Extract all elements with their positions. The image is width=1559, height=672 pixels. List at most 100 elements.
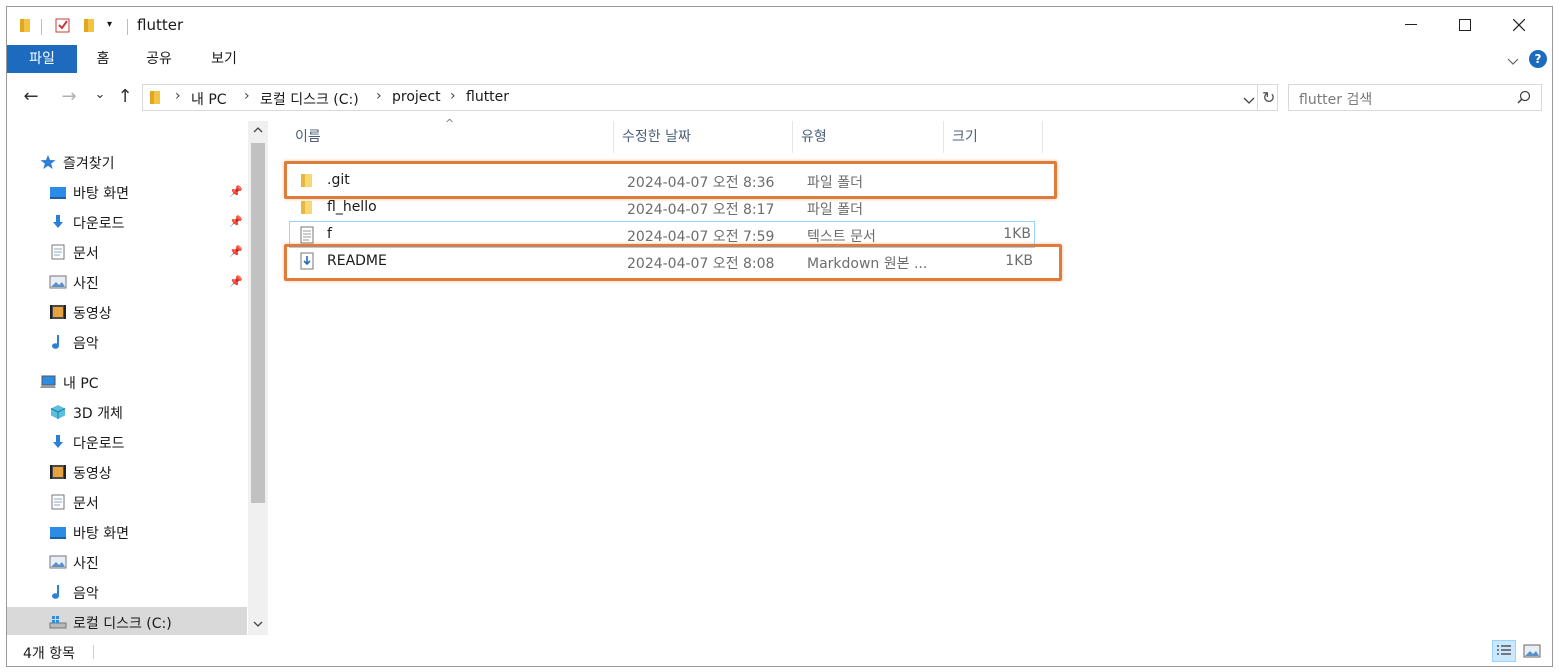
sidebar-item-label: 사진 [73,276,99,292]
sidebar-item-videos-pc[interactable]: 동영상 [7,457,247,487]
column-header-size[interactable]: 크기 [944,121,1042,153]
document-icon [49,244,67,260]
file-modified: 2024-04-07 오전 8:17 [627,202,775,218]
pin-icon[interactable]: 📌 [229,215,243,228]
customize-quick-access-icon[interactable]: ▾ [107,19,112,30]
details-view-button[interactable] [1492,640,1516,662]
pin-icon[interactable]: 📌 [229,245,243,258]
file-type: 텍스트 문서 [807,229,876,245]
ribbon-tabs: 파일 홈 공유 보기 ? [7,45,1552,73]
sidebar-item-local-disk[interactable]: 로컬 디스크 (C:) [7,607,247,637]
sidebar-item-documents-pc[interactable]: 문서 [7,487,247,517]
scroll-thumb[interactable] [251,143,265,503]
sidebar-item-documents[interactable]: 문서 📌 [7,237,247,267]
item-count: 4개 항목 [23,646,75,662]
file-modified: 2024-04-07 오전 7:59 [627,229,775,245]
sidebar-item-3d-objects[interactable]: 3D 개체 [7,397,247,427]
folder-icon [149,89,163,109]
address-dropdown-icon[interactable] [1243,93,1255,109]
file-list: 이름 ^ 수정한 날짜 유형 크기 .git 2024-04-07 오전 8:3… [269,117,1552,635]
breadcrumb-flutter[interactable]: flutter [466,89,509,105]
computer-icon [39,374,57,390]
back-button[interactable]: ← [21,87,41,107]
help-icon[interactable]: ? [1529,50,1547,68]
close-button[interactable] [1492,7,1546,43]
sidebar-this-pc[interactable]: 내 PC [7,367,247,397]
sidebar-item-label: 3D 개체 [73,406,123,422]
breadcrumb-separator[interactable]: › [244,88,250,104]
new-folder-icon[interactable] [83,17,97,37]
breadcrumb-this-pc[interactable]: 내 PC [191,89,227,109]
file-type: 파일 폴더 [807,202,863,218]
video-icon [49,464,67,480]
tab-home[interactable]: 홈 [85,45,121,73]
navigation-pane: 즐겨찾기 바탕 화면 📌 다운로드 📌 문서 📌 사진 📌 동영상 음악 내 P… [7,121,269,637]
drive-icon [49,614,67,630]
sidebar-item-downloads[interactable]: 다운로드 📌 [7,207,247,237]
search-placeholder: flutter 검색 [1299,92,1373,108]
sidebar-item-label: 동영상 [73,466,112,482]
sidebar-item-music[interactable]: 음악 [7,327,247,357]
picture-icon [49,274,67,290]
expand-ribbon-icon[interactable] [1507,54,1519,70]
sidebar-item-desktop[interactable]: 바탕 화면 📌 [7,177,247,207]
folder-icon [19,17,33,37]
highlight-box-readme [284,244,1062,281]
sidebar-item-label: 음악 [73,336,99,352]
properties-icon[interactable] [55,17,71,37]
scroll-up-icon[interactable] [248,121,268,141]
sidebar-item-label: 즐겨찾기 [63,156,115,172]
pin-icon[interactable]: 📌 [229,185,243,198]
sidebar-item-label: 음악 [73,586,99,602]
sidebar-item-label: 다운로드 [73,436,125,452]
search-input[interactable]: flutter 검색 [1288,84,1542,111]
star-icon [39,154,57,170]
tab-view[interactable]: 보기 [201,45,247,73]
download-icon [49,434,67,450]
file-name: f [327,226,332,242]
column-header-modified[interactable]: 수정한 날짜 [614,121,792,153]
up-button[interactable]: ↑ [115,87,135,107]
tab-file[interactable]: 파일 [7,45,77,73]
sidebar-item-music-pc[interactable]: 음악 [7,577,247,607]
tab-share[interactable]: 공유 [139,45,179,73]
desktop-icon [49,184,67,200]
sidebar-item-downloads-pc[interactable]: 다운로드 [7,427,247,457]
breadcrumb-project[interactable]: project [392,89,441,105]
large-icons-view-button[interactable] [1520,640,1544,662]
scroll-down-icon[interactable] [248,615,268,635]
sidebar-item-label: 문서 [73,246,99,262]
sidebar-item-pictures[interactable]: 사진 📌 [7,267,247,297]
folder-icon [299,199,315,219]
sidebar-item-desktop-pc[interactable]: 바탕 화면 [7,517,247,547]
refresh-icon[interactable]: ↻ [1262,88,1275,107]
sidebar-scrollbar[interactable] [248,121,268,635]
forward-button[interactable]: → [59,87,79,107]
sidebar-quick-access[interactable]: 즐겨찾기 [7,147,247,177]
sidebar-item-label: 다운로드 [73,216,125,232]
sidebar-item-label: 내 PC [63,376,99,392]
sidebar-item-videos[interactable]: 동영상 [7,297,247,327]
sidebar-item-label: 바탕 화면 [73,526,129,542]
search-icon[interactable] [1517,90,1531,108]
pin-icon[interactable]: 📌 [229,275,243,288]
cube-icon [49,404,67,420]
title-bar: ▾ flutter [7,7,1552,45]
minimize-button[interactable] [1384,7,1438,43]
sidebar-item-pictures-pc[interactable]: 사진 [7,547,247,577]
sidebar-item-label: 동영상 [73,306,112,322]
breadcrumb-separator[interactable]: › [376,88,382,104]
sidebar-item-label: 사진 [73,556,99,572]
address-bar[interactable]: › 내 PC › 로컬 디스크 (C:) › project › flutter… [142,84,1278,111]
document-icon [49,494,67,510]
sort-ascending-icon: ^ [445,117,455,130]
maximize-button[interactable] [1438,7,1492,43]
highlight-box-git [284,161,1057,199]
column-header-type[interactable]: 유형 [793,121,943,153]
recent-locations-button[interactable]: ⌄ [93,85,107,105]
sidebar-item-label: 로컬 디스크 (C:) [73,616,172,632]
breadcrumb-separator[interactable]: › [450,88,456,104]
breadcrumb-local-disk[interactable]: 로컬 디스크 (C:) [260,89,359,109]
breadcrumb-separator[interactable]: › [175,88,181,104]
explorer-window: ▾ flutter 파일 홈 공유 보기 ? ← → ⌄ ↑ › 내 PC › … [6,6,1553,667]
